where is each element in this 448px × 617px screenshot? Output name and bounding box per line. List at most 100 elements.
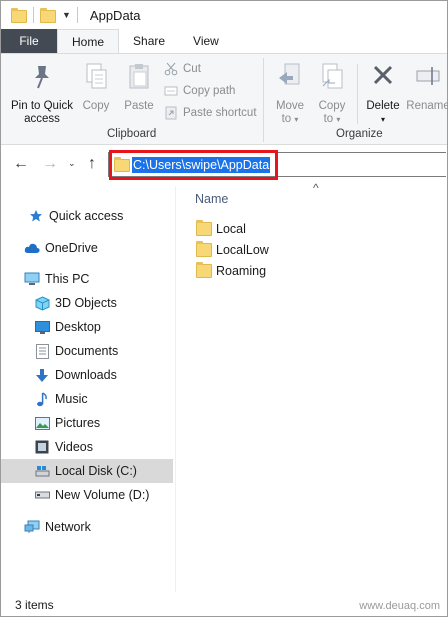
sort-caret-icon: ^ bbox=[313, 181, 319, 195]
computer-icon bbox=[24, 271, 40, 287]
drive-icon bbox=[34, 487, 50, 503]
paste-shortcut-label: Paste shortcut bbox=[183, 107, 257, 119]
copy-icon bbox=[83, 62, 109, 96]
videos-icon bbox=[34, 439, 50, 455]
sidebar-item-this-pc[interactable]: This PC bbox=[24, 267, 164, 291]
organize-group-label: Organize bbox=[336, 128, 383, 140]
scissors-icon bbox=[163, 61, 179, 77]
column-header-name[interactable]: Name bbox=[195, 192, 228, 206]
cut-button[interactable]: Cut bbox=[163, 59, 201, 79]
documents-icon bbox=[34, 343, 50, 359]
back-arrow-icon[interactable]: ← bbox=[13, 155, 29, 173]
paste-button[interactable]: Paste bbox=[121, 62, 157, 113]
copy-label: Copy bbox=[82, 100, 110, 112]
pane-divider bbox=[175, 186, 176, 592]
pin-icon bbox=[29, 62, 55, 96]
sidebar-item-3d-objects[interactable]: 3D Objects bbox=[34, 291, 164, 315]
disk-icon bbox=[34, 463, 50, 479]
sidebar-label: 3D Objects bbox=[55, 296, 117, 310]
move-to-button[interactable]: Move to ▾ bbox=[271, 62, 309, 126]
sidebar-item-desktop[interactable]: Desktop bbox=[34, 315, 164, 339]
tab-file[interactable]: File bbox=[1, 29, 57, 53]
watermark: www.deuaq.com bbox=[359, 600, 440, 612]
forward-arrow-icon[interactable]: → bbox=[42, 155, 58, 173]
dropdown-arrow-icon[interactable]: ▼ bbox=[62, 10, 71, 20]
folder-icon[interactable] bbox=[40, 8, 56, 23]
sidebar-label: Documents bbox=[55, 344, 119, 358]
sidebar-item-network[interactable]: Network bbox=[24, 515, 164, 539]
divider bbox=[76, 7, 78, 23]
paste-shortcut-button[interactable]: Paste shortcut bbox=[163, 103, 257, 123]
sidebar-item-videos[interactable]: Videos bbox=[34, 435, 164, 459]
tab-share[interactable]: Share bbox=[119, 29, 179, 53]
list-item[interactable]: Local bbox=[196, 219, 246, 239]
folder-icon bbox=[196, 241, 212, 257]
rename-icon bbox=[415, 62, 441, 96]
clipboard-group-label: Clipboard bbox=[107, 128, 157, 140]
pin-label-line1: Pin to Quick bbox=[11, 100, 73, 112]
file-name: Roaming bbox=[216, 264, 267, 278]
pin-to-quick-access-button[interactable]: Pin to Quick access bbox=[7, 62, 77, 126]
sidebar-item-music[interactable]: Music bbox=[34, 387, 164, 411]
sidebar-label: New Volume (D:) bbox=[55, 488, 150, 502]
copy-to-button[interactable]: Copy to ▾ bbox=[313, 62, 351, 126]
sidebar-item-documents[interactable]: Documents bbox=[34, 339, 164, 363]
group-divider bbox=[357, 64, 358, 124]
sidebar-item-new-volume-d[interactable]: New Volume (D:) bbox=[34, 483, 164, 507]
window-title: AppData bbox=[89, 7, 141, 23]
delete-button[interactable]: Delete ▾ bbox=[363, 62, 403, 126]
file-name: Local bbox=[216, 222, 246, 236]
sidebar-item-onedrive[interactable]: OneDrive bbox=[24, 236, 164, 260]
tab-home[interactable]: Home bbox=[57, 29, 120, 53]
sidebar-item-quick-access[interactable]: Quick access bbox=[28, 204, 168, 228]
copy-path-icon bbox=[163, 83, 179, 99]
up-arrow-icon[interactable]: ↑ bbox=[88, 155, 96, 173]
sidebar-label: Pictures bbox=[55, 416, 101, 430]
sidebar-item-downloads[interactable]: Downloads bbox=[34, 363, 164, 387]
tab-view[interactable]: View bbox=[179, 29, 233, 53]
network-icon bbox=[24, 519, 40, 535]
pictures-icon bbox=[34, 415, 50, 431]
folder-icon bbox=[196, 262, 212, 278]
address-highlight-box bbox=[109, 150, 278, 180]
cut-label: Cut bbox=[183, 63, 201, 75]
paste-icon bbox=[126, 62, 152, 96]
group-divider bbox=[263, 58, 264, 142]
ribbon-tabs: File Home Share View bbox=[1, 29, 447, 53]
folder-icon[interactable] bbox=[11, 8, 27, 23]
rename-button[interactable]: Rename bbox=[405, 62, 448, 113]
paste-shortcut-icon bbox=[163, 105, 179, 121]
desktop-icon bbox=[34, 319, 50, 335]
delete-label: Delete ▾ bbox=[366, 100, 400, 124]
copy-to-label: Copy to ▾ bbox=[318, 100, 346, 125]
copy-to-icon bbox=[319, 62, 345, 96]
pin-label-line2: access bbox=[24, 113, 60, 125]
sidebar-item-local-disk-c[interactable]: Local Disk (C:) bbox=[1, 459, 173, 483]
copy-to-label-line1: Copy bbox=[318, 100, 346, 112]
copy-button[interactable]: Copy bbox=[79, 62, 113, 113]
3d-objects-icon bbox=[34, 295, 50, 311]
sidebar-label: Desktop bbox=[55, 320, 101, 334]
sidebar-label: Local Disk (C:) bbox=[55, 464, 137, 478]
move-to-label-line1: Move bbox=[275, 100, 305, 112]
music-icon bbox=[34, 391, 50, 407]
rename-label: Rename bbox=[406, 100, 448, 112]
move-to-label-line2: to bbox=[281, 113, 292, 125]
paste-label: Paste bbox=[124, 100, 154, 112]
divider bbox=[33, 7, 34, 23]
list-item[interactable]: LocalLow bbox=[196, 240, 269, 260]
copy-to-label-line2: to bbox=[323, 113, 334, 125]
sidebar-label: OneDrive bbox=[45, 241, 98, 255]
delete-label-text: Delete bbox=[366, 100, 400, 112]
folder-icon bbox=[196, 220, 212, 236]
list-item[interactable]: Roaming bbox=[196, 261, 266, 281]
status-item-count: 3 items bbox=[15, 598, 54, 612]
copy-path-button[interactable]: Copy path bbox=[163, 81, 235, 101]
star-icon bbox=[28, 208, 44, 224]
sidebar-item-pictures[interactable]: Pictures bbox=[34, 411, 164, 435]
delete-x-icon bbox=[370, 62, 396, 96]
sidebar-label: Quick access bbox=[49, 209, 124, 223]
recent-locations-chevron-icon[interactable]: ⌄ bbox=[68, 158, 76, 169]
title-bar: ▼ AppData bbox=[1, 1, 447, 29]
sidebar-label: Music bbox=[55, 392, 88, 406]
